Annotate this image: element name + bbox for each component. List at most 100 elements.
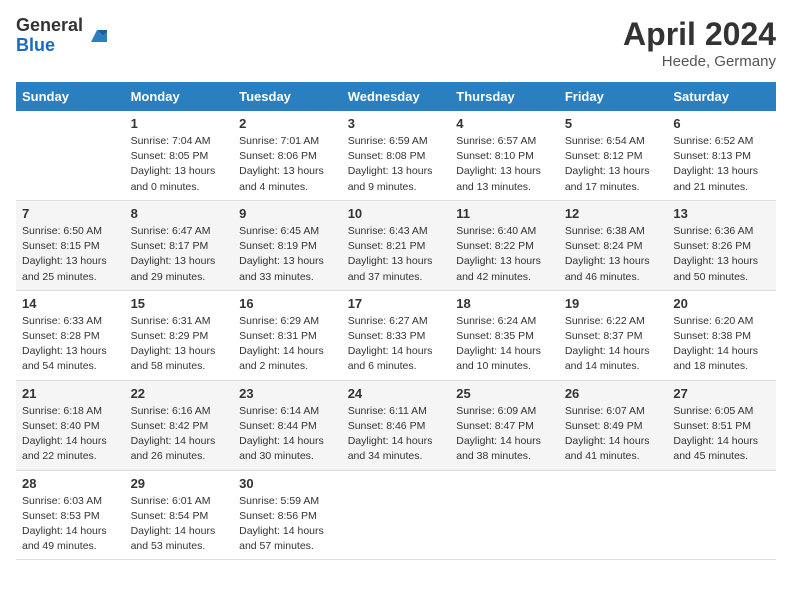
day-number: 9 xyxy=(239,206,336,221)
day-number: 3 xyxy=(348,116,445,131)
day-info: Sunrise: 6:07 AMSunset: 8:49 PMDaylight:… xyxy=(565,404,662,465)
weekday-header-sunday: Sunday xyxy=(16,82,125,111)
day-number: 23 xyxy=(239,386,336,401)
day-info: Sunrise: 6:38 AMSunset: 8:24 PMDaylight:… xyxy=(565,224,662,285)
day-number: 11 xyxy=(456,206,553,221)
day-number: 12 xyxy=(565,206,662,221)
calendar-cell: 16 Sunrise: 6:29 AMSunset: 8:31 PMDayligh… xyxy=(233,290,342,380)
day-number: 10 xyxy=(348,206,445,221)
calendar-cell: 18 Sunrise: 6:24 AMSunset: 8:35 PMDayligh… xyxy=(450,290,559,380)
calendar-cell: 12 Sunrise: 6:38 AMSunset: 8:24 PMDayligh… xyxy=(559,200,668,290)
day-info: Sunrise: 6:01 AMSunset: 8:54 PMDaylight:… xyxy=(131,494,228,555)
calendar-cell: 28 Sunrise: 6:03 AMSunset: 8:53 PMDayligh… xyxy=(16,470,125,560)
day-info: Sunrise: 6:29 AMSunset: 8:31 PMDaylight:… xyxy=(239,314,336,375)
calendar-cell: 21 Sunrise: 6:18 AMSunset: 8:40 PMDayligh… xyxy=(16,380,125,470)
day-info: Sunrise: 6:16 AMSunset: 8:42 PMDaylight:… xyxy=(131,404,228,465)
day-info: Sunrise: 6:27 AMSunset: 8:33 PMDaylight:… xyxy=(348,314,445,375)
calendar-cell: 24Sunrise: 6:11 AMSunset: 8:46 PMDayligh… xyxy=(342,380,451,470)
day-info: Sunrise: 6:03 AMSunset: 8:53 PMDaylight:… xyxy=(22,494,119,555)
day-info: Sunrise: 6:11 AMSunset: 8:46 PMDaylight:… xyxy=(348,404,445,465)
calendar-cell: 23 Sunrise: 6:14 AMSunset: 8:44 PMDayligh… xyxy=(233,380,342,470)
day-info: Sunrise: 7:04 AMSunset: 8:05 PMDaylight:… xyxy=(131,134,228,195)
calendar-cell: 9Sunrise: 6:45 AMSunset: 8:19 PMDaylight… xyxy=(233,200,342,290)
day-info: Sunrise: 6:20 AMSunset: 8:38 PMDaylight:… xyxy=(673,314,770,375)
day-info: Sunrise: 6:59 AMSunset: 8:08 PMDaylight:… xyxy=(348,134,445,195)
day-number: 27 xyxy=(673,386,770,401)
day-number: 16 xyxy=(239,296,336,311)
logo-general-text: General xyxy=(16,15,83,35)
day-info: Sunrise: 6:43 AMSunset: 8:21 PMDaylight:… xyxy=(348,224,445,285)
calendar-week-row: 28 Sunrise: 6:03 AMSunset: 8:53 PMDayligh… xyxy=(16,470,776,560)
weekday-header-tuesday: Tuesday xyxy=(233,82,342,111)
logo-icon xyxy=(87,26,107,46)
calendar-cell: 3 Sunrise: 6:59 AMSunset: 8:08 PMDaylight… xyxy=(342,111,451,200)
calendar-cell: 19Sunrise: 6:22 AMSunset: 8:37 PMDayligh… xyxy=(559,290,668,380)
calendar-cell: 26 Sunrise: 6:07 AMSunset: 8:49 PMDayligh… xyxy=(559,380,668,470)
calendar-cell: 25Sunrise: 6:09 AMSunset: 8:47 PMDayligh… xyxy=(450,380,559,470)
calendar-cell xyxy=(559,470,668,560)
day-number: 4 xyxy=(456,116,553,131)
calendar-cell: 2 Sunrise: 7:01 AMSunset: 8:06 PMDaylight… xyxy=(233,111,342,200)
day-info: Sunrise: 6:57 AMSunset: 8:10 PMDaylight:… xyxy=(456,134,553,195)
calendar-week-row: 7 Sunrise: 6:50 AMSunset: 8:15 PMDaylight… xyxy=(16,200,776,290)
day-info: Sunrise: 6:14 AMSunset: 8:44 PMDaylight:… xyxy=(239,404,336,465)
weekday-header-friday: Friday xyxy=(559,82,668,111)
day-info: Sunrise: 6:18 AMSunset: 8:40 PMDaylight:… xyxy=(22,404,119,465)
day-number: 21 xyxy=(22,386,119,401)
calendar-cell: 7 Sunrise: 6:50 AMSunset: 8:15 PMDaylight… xyxy=(16,200,125,290)
day-number: 19 xyxy=(565,296,662,311)
day-number: 5 xyxy=(565,116,662,131)
day-info: Sunrise: 6:52 AMSunset: 8:13 PMDaylight:… xyxy=(673,134,770,195)
day-number: 28 xyxy=(22,476,119,491)
calendar-cell xyxy=(342,470,451,560)
calendar-cell: 20 Sunrise: 6:20 AMSunset: 8:38 PMDayligh… xyxy=(667,290,776,380)
weekday-header-monday: Monday xyxy=(125,82,234,111)
calendar-cell: 11 Sunrise: 6:40 AMSunset: 8:22 PMDayligh… xyxy=(450,200,559,290)
calendar-cell: 30 Sunrise: 5:59 AMSunset: 8:56 PMDayligh… xyxy=(233,470,342,560)
weekday-header-thursday: Thursday xyxy=(450,82,559,111)
day-number: 18 xyxy=(456,296,553,311)
day-info: Sunrise: 6:33 AMSunset: 8:28 PMDaylight:… xyxy=(22,314,119,375)
day-info: Sunrise: 7:01 AMSunset: 8:06 PMDaylight:… xyxy=(239,134,336,195)
day-info: Sunrise: 6:05 AMSunset: 8:51 PMDaylight:… xyxy=(673,404,770,465)
day-info: Sunrise: 6:09 AMSunset: 8:47 PMDaylight:… xyxy=(456,404,553,465)
calendar-cell: 27 Sunrise: 6:05 AMSunset: 8:51 PMDayligh… xyxy=(667,380,776,470)
calendar-cell: 13 Sunrise: 6:36 AMSunset: 8:26 PMDayligh… xyxy=(667,200,776,290)
title-block: April 2024 Heede, Germany xyxy=(623,16,776,70)
calendar-cell: 8Sunrise: 6:47 AMSunset: 8:17 PMDaylight… xyxy=(125,200,234,290)
calendar-cell: 10 Sunrise: 6:43 AMSunset: 8:21 PMDayligh… xyxy=(342,200,451,290)
weekday-header-saturday: Saturday xyxy=(667,82,776,111)
calendar-week-row: 1 Sunrise: 7:04 AMSunset: 8:05 PMDaylight… xyxy=(16,111,776,200)
calendar-cell: 6Sunrise: 6:52 AMSunset: 8:13 PMDaylight… xyxy=(667,111,776,200)
calendar-cell: 1 Sunrise: 7:04 AMSunset: 8:05 PMDaylight… xyxy=(125,111,234,200)
day-info: Sunrise: 6:31 AMSunset: 8:29 PMDaylight:… xyxy=(131,314,228,375)
day-number: 1 xyxy=(131,116,228,131)
day-number: 29 xyxy=(131,476,228,491)
day-number: 13 xyxy=(673,206,770,221)
day-number: 20 xyxy=(673,296,770,311)
day-info: Sunrise: 6:50 AMSunset: 8:15 PMDaylight:… xyxy=(22,224,119,285)
day-number: 2 xyxy=(239,116,336,131)
weekday-header-wednesday: Wednesday xyxy=(342,82,451,111)
day-number: 7 xyxy=(22,206,119,221)
calendar-cell: 14Sunrise: 6:33 AMSunset: 8:28 PMDayligh… xyxy=(16,290,125,380)
day-info: Sunrise: 5:59 AMSunset: 8:56 PMDaylight:… xyxy=(239,494,336,555)
calendar-header: SundayMondayTuesdayWednesdayThursdayFrid… xyxy=(16,82,776,111)
calendar-table: SundayMondayTuesdayWednesdayThursdayFrid… xyxy=(16,82,776,560)
calendar-cell xyxy=(450,470,559,560)
day-number: 17 xyxy=(348,296,445,311)
calendar-cell: 17 Sunrise: 6:27 AMSunset: 8:33 PMDayligh… xyxy=(342,290,451,380)
calendar-cell xyxy=(667,470,776,560)
day-info: Sunrise: 6:40 AMSunset: 8:22 PMDaylight:… xyxy=(456,224,553,285)
calendar-cell: 5Sunrise: 6:54 AMSunset: 8:12 PMDaylight… xyxy=(559,111,668,200)
calendar-cell: 22Sunrise: 6:16 AMSunset: 8:42 PMDayligh… xyxy=(125,380,234,470)
day-number: 30 xyxy=(239,476,336,491)
day-number: 26 xyxy=(565,386,662,401)
calendar-cell xyxy=(16,111,125,200)
day-number: 15 xyxy=(131,296,228,311)
day-info: Sunrise: 6:36 AMSunset: 8:26 PMDaylight:… xyxy=(673,224,770,285)
calendar-week-row: 14Sunrise: 6:33 AMSunset: 8:28 PMDayligh… xyxy=(16,290,776,380)
calendar-week-row: 21 Sunrise: 6:18 AMSunset: 8:40 PMDayligh… xyxy=(16,380,776,470)
calendar-cell: 4 Sunrise: 6:57 AMSunset: 8:10 PMDaylight… xyxy=(450,111,559,200)
day-info: Sunrise: 6:24 AMSunset: 8:35 PMDaylight:… xyxy=(456,314,553,375)
